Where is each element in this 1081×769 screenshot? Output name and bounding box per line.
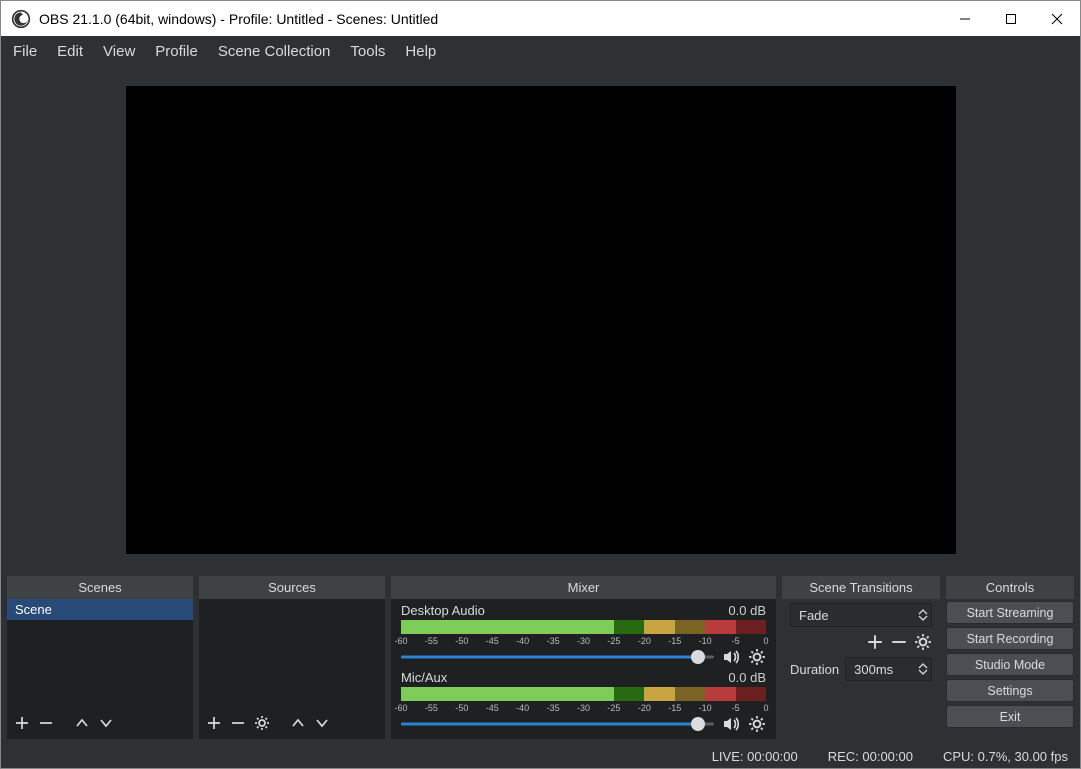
scenes-panel: Scenes Scene [7,576,193,739]
duration-spinner[interactable]: 300ms [845,657,932,681]
remove-source-button[interactable] [229,714,247,732]
channel-settings-button[interactable] [748,648,766,666]
transition-select[interactable]: Fade [790,603,932,627]
titlebar[interactable]: OBS 21.1.0 (64bit, windows) - Profile: U… [1,1,1080,36]
meter-ticks: -60-55-50-45-40-35-30-25-20-15-10-50 [401,703,766,713]
studio-mode-button[interactable]: Studio Mode [946,653,1074,676]
transition-selected: Fade [791,608,915,623]
mixer-channel: Desktop Audio 0.0 dB -60-55-50-45-40-35-30… [401,603,766,666]
meter-ticks: -60-55-50-45-40-35-30-25-20-15-10-50 [401,636,766,646]
transition-properties-button[interactable] [914,633,932,651]
add-source-button[interactable] [205,714,223,732]
remove-transition-button[interactable] [890,633,908,651]
maximize-button[interactable] [988,1,1034,36]
mute-button[interactable] [722,715,740,733]
channel-settings-button[interactable] [748,715,766,733]
status-cpu: CPU: 0.7%, 30.00 fps [943,749,1068,764]
menu-file[interactable]: File [3,39,47,64]
sources-panel: Sources [199,576,385,739]
channel-name: Desktop Audio [401,603,485,618]
channel-db: 0.0 dB [728,603,766,618]
status-bar: LIVE: 00:00:00 REC: 00:00:00 CPU: 0.7%, … [1,745,1080,768]
volume-meter [401,687,766,701]
add-scene-button[interactable] [13,714,31,732]
scenes-header: Scenes [7,576,193,599]
transitions-header: Scene Transitions [782,576,940,599]
chevron-down-icon [918,615,928,621]
controls-header: Controls [946,576,1074,599]
channel-db: 0.0 dB [728,670,766,685]
source-up-button[interactable] [289,714,307,732]
menu-bar: File Edit View Profile Scene Collection … [1,36,1080,66]
mixer-channel: Mic/Aux 0.0 dB -60-55-50-45-40-35-30-25-20… [401,670,766,733]
volume-slider[interactable] [401,717,714,731]
status-live: LIVE: 00:00:00 [712,749,798,764]
minimize-button[interactable] [942,1,988,36]
scene-up-button[interactable] [73,714,91,732]
mute-button[interactable] [722,648,740,666]
source-down-button[interactable] [313,714,331,732]
sources-header: Sources [199,576,385,599]
menu-profile[interactable]: Profile [145,39,208,64]
menu-help[interactable]: Help [395,39,446,64]
obs-icon [11,9,31,29]
menu-view[interactable]: View [93,39,145,64]
scenes-list[interactable]: Scene [7,599,193,709]
controls-panel: Controls Start Streaming Start Recording… [946,576,1074,739]
volume-slider[interactable] [401,650,714,664]
close-button[interactable] [1034,1,1080,36]
start-recording-button[interactable]: Start Recording [946,627,1074,650]
volume-meter [401,620,766,634]
transitions-panel: Scene Transitions Fade [782,576,940,739]
mixer-header: Mixer [391,576,776,599]
window-title: OBS 21.1.0 (64bit, windows) - Profile: U… [39,11,942,27]
settings-button[interactable]: Settings [946,679,1074,702]
source-properties-button[interactable] [253,714,271,732]
duration-value: 300ms [846,662,915,677]
chevron-down-icon [918,669,928,675]
scene-item[interactable]: Scene [7,599,193,620]
sources-list[interactable] [199,599,385,709]
start-streaming-button[interactable]: Start Streaming [946,601,1074,624]
channel-name: Mic/Aux [401,670,447,685]
scene-down-button[interactable] [97,714,115,732]
remove-scene-button[interactable] [37,714,55,732]
menu-scene-collection[interactable]: Scene Collection [208,39,341,64]
preview-display[interactable] [126,86,956,554]
mixer-panel: Mixer Desktop Audio 0.0 dB -60-55-50-45-40… [391,576,776,739]
menu-tools[interactable]: Tools [340,39,395,64]
menu-edit[interactable]: Edit [47,39,93,64]
status-rec: REC: 00:00:00 [828,749,913,764]
add-transition-button[interactable] [866,633,884,651]
exit-button[interactable]: Exit [946,705,1074,728]
duration-label: Duration [790,662,839,677]
